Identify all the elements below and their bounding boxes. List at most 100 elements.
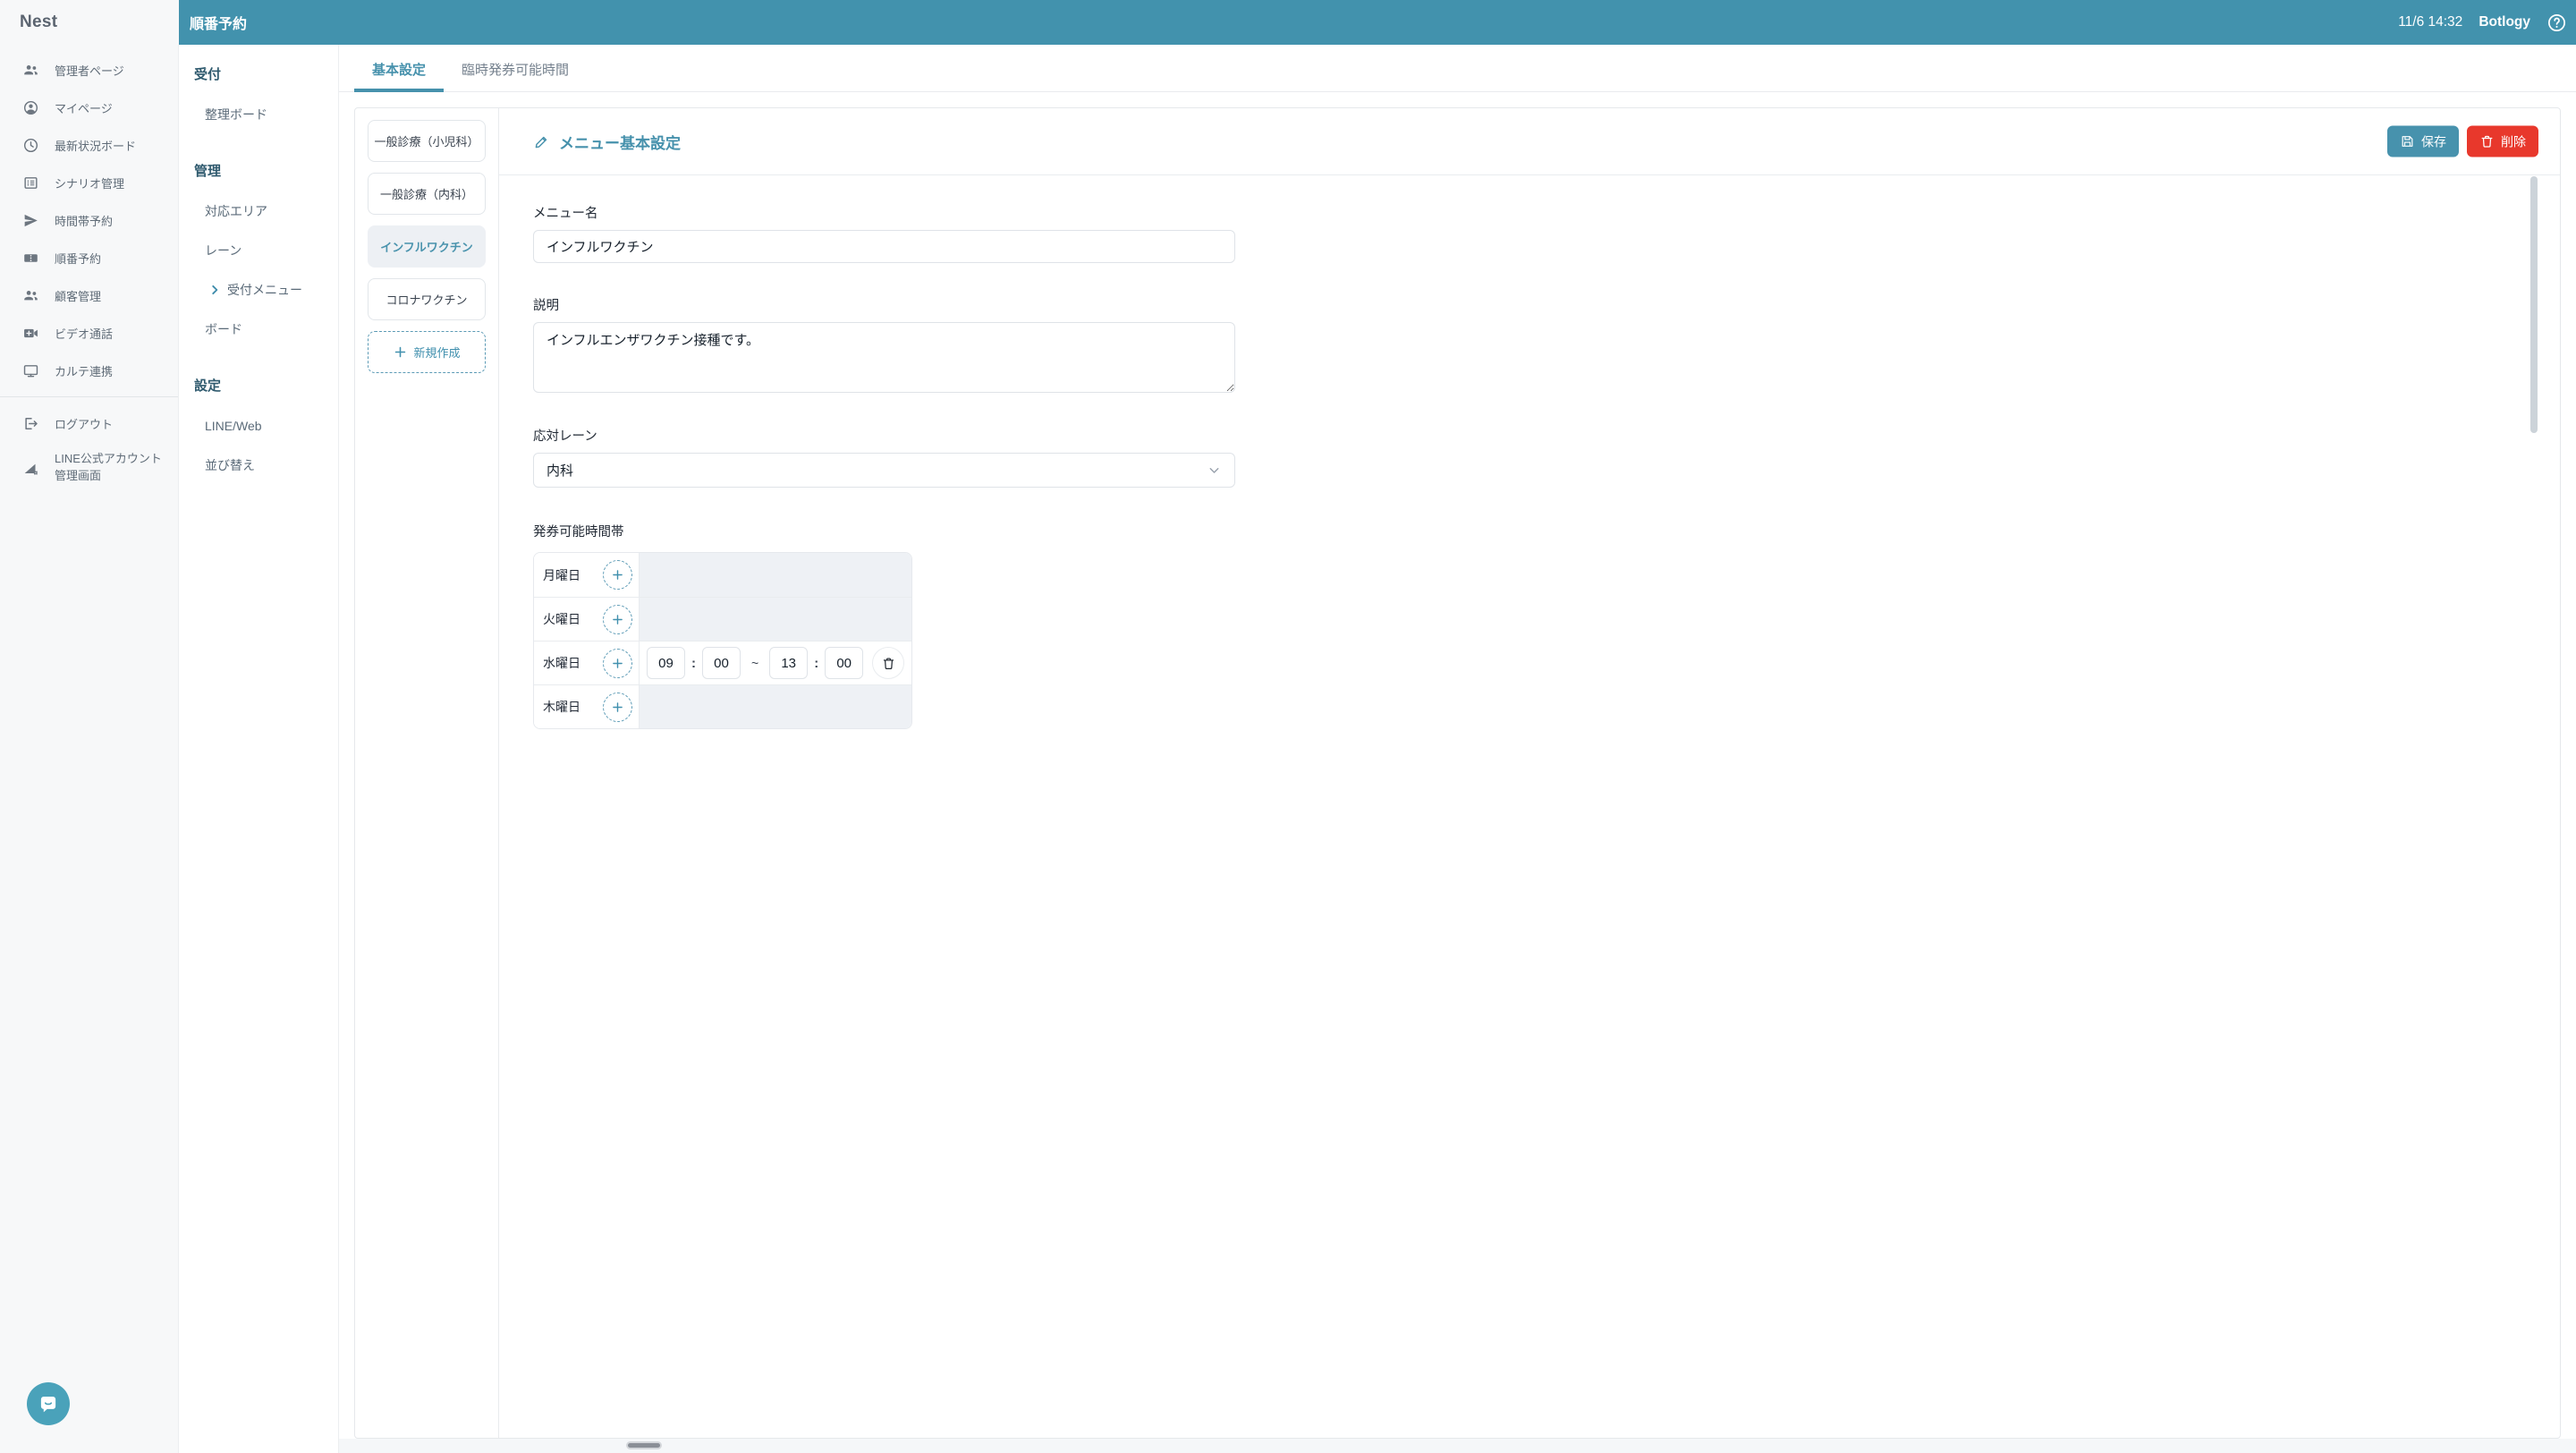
time-to-hour-input[interactable] — [769, 647, 808, 679]
menu-item-button[interactable]: 一般診療（内科） — [368, 173, 486, 215]
sidebar-item-label: 最新状況ボード — [55, 137, 136, 154]
tab-temporary-ticketing-time[interactable]: 臨時発券可能時間 — [444, 45, 587, 91]
time-to-minute-input[interactable] — [825, 647, 863, 679]
sidebar-item[interactable]: カルテ連携 — [0, 352, 178, 389]
line-settings-icon — [22, 460, 39, 477]
sidebar-nav: 管理者ページマイページ最新状況ボードシナリオ管理時間帯予約順番予約顧客管理ビデオ… — [0, 51, 178, 389]
menu-item-button[interactable]: コロナワクチン — [368, 278, 486, 320]
create-menu-button[interactable]: 新規作成 — [368, 331, 486, 373]
day-label: 水曜日 — [543, 654, 580, 672]
sidebar-item[interactable]: 顧客管理 — [0, 276, 178, 314]
schedule-row: 木曜日 — [534, 684, 911, 728]
sidebar-item[interactable]: 時間帯予約 — [0, 201, 178, 239]
menu-item-button[interactable]: インフルワクチン — [368, 225, 486, 268]
delete-slot-button[interactable] — [872, 647, 904, 679]
people-icon — [22, 287, 39, 304]
topbar-right: 11/6 14:32 Botlogy — [2398, 13, 2576, 33]
time-from-minute-input[interactable] — [702, 647, 741, 679]
menu-item-label: インフルワクチン — [380, 238, 473, 255]
subnav-item-label: ボード — [205, 320, 242, 338]
add-slot-button[interactable] — [603, 693, 632, 722]
help-button[interactable] — [2546, 13, 2567, 33]
subnav-item[interactable]: レーン — [179, 243, 338, 258]
subnav-item-label: 並び替え — [205, 456, 255, 474]
subnav-section-header: 管理 — [179, 161, 338, 179]
sidebar-item-label: シナリオ管理 — [55, 174, 124, 191]
subnav-item-label: 受付メニュー — [227, 281, 302, 299]
vertical-scrollbar-thumb[interactable] — [2530, 176, 2538, 433]
tab-basic-settings[interactable]: 基本設定 — [354, 45, 444, 91]
chat-button[interactable] — [27, 1382, 70, 1425]
sidebar-item[interactable]: 順番予約 — [0, 239, 178, 276]
description-textarea[interactable]: インフルエンザワクチン接種です。 — [533, 322, 1235, 393]
sidebar-divider — [0, 396, 178, 397]
menu-item-label: 一般診療（内科） — [380, 185, 473, 202]
sidebar-item[interactable]: マイページ — [0, 89, 178, 126]
subnav-item[interactable]: 並び替え — [179, 458, 338, 472]
account-name: Botlogy — [2479, 14, 2530, 30]
time-from-hour-input[interactable] — [647, 647, 685, 679]
schedule-row: 火曜日 — [534, 597, 911, 641]
list-board-icon — [22, 174, 39, 191]
sidebar-item[interactable]: LINE公式アカウント管理画面 — [0, 442, 178, 494]
chat-bubble-icon — [37, 1392, 60, 1415]
time-colon: : — [814, 656, 818, 671]
menu-item-label: コロナワクチン — [386, 291, 467, 308]
schedule-day-cell: 木曜日 — [534, 685, 640, 728]
form-title: メニュー基本設定 — [559, 131, 681, 153]
page-title: 順番予約 — [190, 12, 247, 33]
plus-icon — [610, 612, 625, 627]
primary-sidebar: 管理者ページマイページ最新状況ボードシナリオ管理時間帯予約順番予約顧客管理ビデオ… — [0, 45, 179, 1453]
save-button[interactable]: 保存 — [2387, 126, 2459, 157]
form-body: メニュー名 説明 インフルエンザワクチン接種です。 応対レーン 内科 発券可能時… — [499, 175, 2560, 729]
day-label: 月曜日 — [543, 566, 580, 584]
datetime-label: 11/6 14:32 — [2398, 14, 2462, 30]
question-circle-icon — [2546, 13, 2567, 33]
add-slot-button[interactable] — [603, 605, 632, 634]
schedule-day-cell: 月曜日 — [534, 553, 640, 597]
horizontal-scrollbar-thumb[interactable] — [626, 1441, 662, 1449]
subnav-item[interactable]: ボード — [179, 322, 338, 336]
clock-icon — [22, 137, 39, 154]
form-header: メニュー基本設定 保存 — [499, 108, 2560, 175]
plus-icon — [610, 656, 625, 671]
trash-dark-icon — [881, 656, 896, 671]
sidebar-item-label: 時間帯予約 — [55, 212, 113, 229]
menu-item-button[interactable]: 一般診療（小児科） — [368, 120, 486, 162]
lane-select[interactable]: 内科 — [533, 453, 1235, 488]
subnav-item[interactable]: 受付メニュー — [179, 283, 338, 297]
menu-item-label: 一般診療（小児科） — [374, 132, 479, 149]
person-circle-icon — [22, 99, 39, 116]
pencil-icon — [533, 133, 550, 150]
menu-list-column: 一般診療（小児科） 一般診療（内科） インフルワクチンコロナワクチン 新規作成 — [355, 108, 499, 1438]
plus-icon — [610, 567, 625, 582]
sidebar-item-label: カルテ連携 — [55, 362, 113, 379]
subnav-item-label: LINE/Web — [205, 419, 262, 433]
schedule-slot-cell — [640, 553, 911, 597]
plus-icon — [610, 700, 625, 715]
settings-card: 一般診療（小児科） 一般診療（内科） インフルワクチンコロナワクチン 新規作成 — [354, 107, 2561, 1439]
subnav-item-label: 対応エリア — [205, 202, 267, 220]
schedule-slot-cell: :~: — [640, 642, 911, 684]
subnav-item[interactable]: LINE/Web — [179, 419, 338, 433]
subnav-item[interactable]: 整理ボード — [179, 107, 338, 122]
sidebar-item-label: ビデオ通話 — [55, 325, 113, 342]
ticket-icon — [22, 250, 39, 267]
menu-name-input[interactable] — [533, 230, 1235, 263]
sidebar-item[interactable]: 最新状況ボード — [0, 126, 178, 164]
subnav-item-label: 整理ボード — [205, 106, 267, 123]
sidebar-item[interactable]: 管理者ページ — [0, 51, 178, 89]
add-slot-button[interactable] — [603, 649, 632, 678]
subnav-section-header: 設定 — [179, 376, 338, 394]
app-logo: Nest — [0, 0, 179, 45]
form-title-group: メニュー基本設定 — [533, 131, 681, 153]
delete-button[interactable]: 削除 — [2467, 126, 2538, 157]
subnav-item[interactable]: 対応エリア — [179, 204, 338, 218]
add-slot-button[interactable] — [603, 560, 632, 590]
sidebar-item[interactable]: ログアウト — [0, 404, 178, 442]
sidebar-item[interactable]: ビデオ通話 — [0, 314, 178, 352]
schedule-label: 発券可能時間帯 — [533, 522, 2560, 540]
sidebar-item-label: ログアウト — [55, 415, 113, 432]
schedule-table: 月曜日火曜日水曜日 :~:木曜日 — [533, 552, 912, 729]
sidebar-item[interactable]: シナリオ管理 — [0, 164, 178, 201]
